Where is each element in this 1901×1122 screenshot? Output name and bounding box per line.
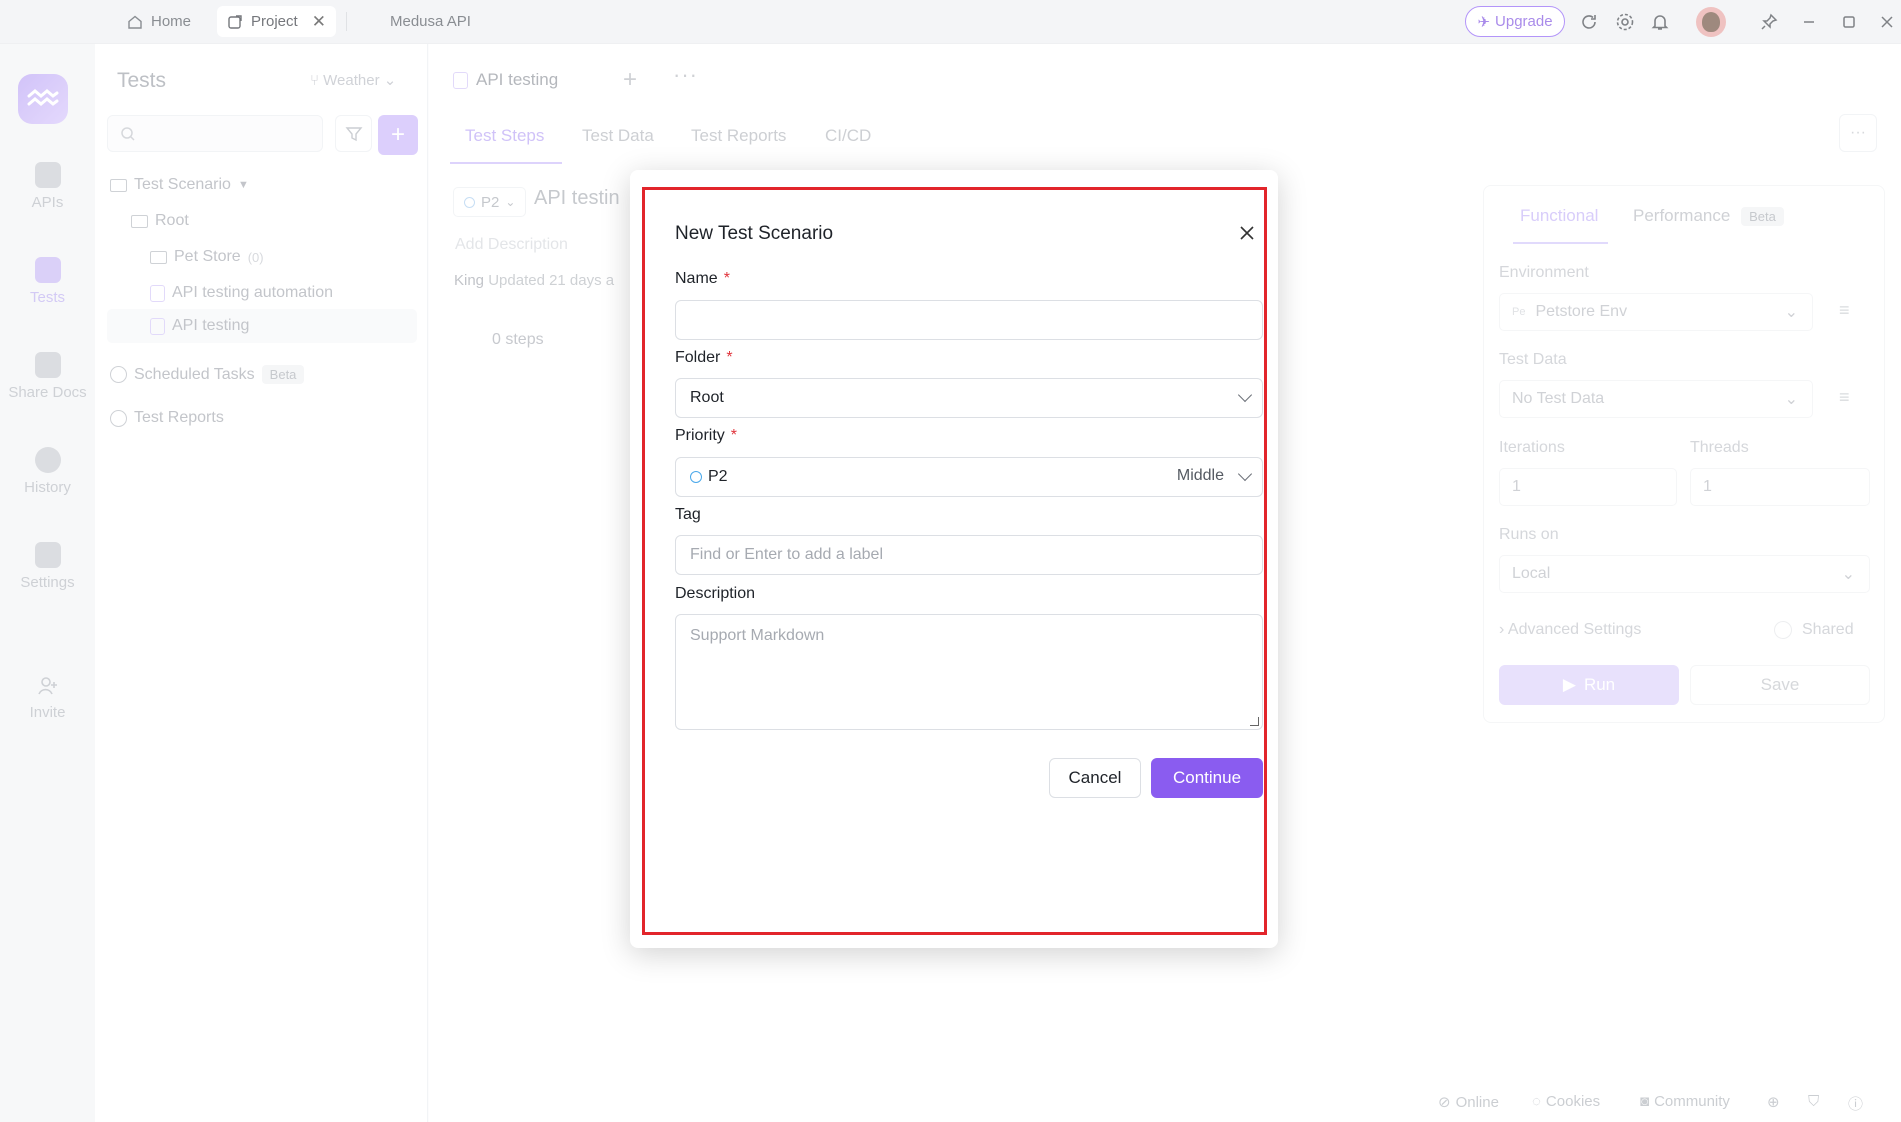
priority-value: P2: [708, 468, 728, 485]
tag-placeholder: Find or Enter to add a label: [690, 546, 884, 563]
description-textarea[interactable]: Support Markdown: [675, 614, 1263, 730]
name-input[interactable]: [675, 300, 1263, 340]
new-test-scenario-dialog: New Test Scenario Name * Folder * Root Pri…: [630, 170, 1278, 948]
close-icon[interactable]: [1234, 220, 1260, 246]
priority-label-text: Priority: [675, 427, 725, 444]
required-mark: *: [730, 427, 738, 444]
chevron-down-icon: [1237, 387, 1253, 403]
folder-select[interactable]: Root: [675, 378, 1263, 418]
highlight-frame: New Test Scenario Name * Folder * Root Pri…: [642, 187, 1267, 935]
required-mark: *: [726, 349, 733, 366]
required-mark: *: [723, 270, 730, 287]
dialog-title: New Test Scenario: [675, 223, 834, 244]
folder-label: Folder *: [675, 349, 733, 367]
name-label: Name *: [675, 270, 730, 288]
name-label-text: Name: [675, 270, 718, 287]
priority-label: Priority *: [675, 427, 737, 445]
tag-label: Tag: [675, 506, 701, 523]
folder-label-text: Folder: [675, 349, 721, 366]
chevron-down-icon: [1237, 466, 1253, 482]
priority-level: Middle: [1176, 467, 1224, 484]
priority-dot-icon: [690, 471, 702, 483]
resize-handle-icon[interactable]: [1250, 717, 1259, 726]
description-label: Description: [675, 585, 756, 602]
cancel-button[interactable]: Cancel: [1049, 758, 1141, 798]
continue-button[interactable]: Continue: [1151, 758, 1263, 798]
folder-value: Root: [690, 389, 724, 406]
description-placeholder: Support Markdown: [690, 627, 825, 644]
priority-select[interactable]: P2 Middle: [675, 457, 1263, 497]
tag-input[interactable]: Find or Enter to add a label: [675, 535, 1263, 575]
